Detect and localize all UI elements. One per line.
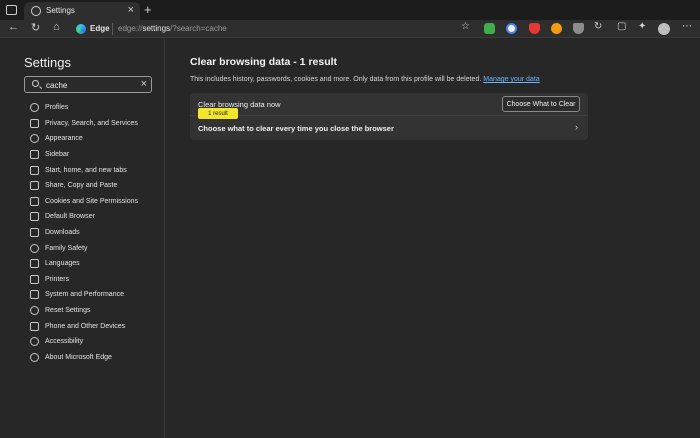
chevron-right-icon: ›	[575, 122, 578, 132]
address-url[interactable]: edge://settings/?search=cache	[118, 24, 227, 33]
download-icon	[30, 228, 39, 238]
sidebar-item-about[interactable]: About Microsoft Edge	[30, 350, 138, 366]
edge-logo-icon	[76, 24, 86, 34]
profile-avatar[interactable]	[658, 23, 670, 35]
sidebar-icon	[30, 150, 39, 160]
clear-search-button[interactable]: ×	[141, 78, 147, 90]
phone-icon	[30, 321, 39, 331]
clear-now-row: Clear browsing data now Choose What to C…	[190, 93, 588, 116]
tab-title: Settings	[46, 6, 75, 15]
sidebar-item-reset[interactable]: Reset Settings	[30, 303, 138, 319]
home-icon	[30, 165, 39, 175]
sidebar-item-share-copy[interactable]: Share, Copy and Paste	[30, 178, 138, 194]
clear-on-close-row[interactable]: Choose what to clear every time you clos…	[190, 117, 588, 140]
sidebar-item-downloads[interactable]: Downloads	[30, 225, 138, 241]
manage-data-link[interactable]: Manage your data	[483, 76, 539, 83]
refresh-extension-icon[interactable]: ↻	[594, 21, 602, 32]
profile-icon	[30, 103, 39, 113]
tab-close-button[interactable]: ×	[128, 4, 134, 16]
extension-green-icon[interactable]	[484, 23, 495, 34]
sidebar-item-appearance[interactable]: Appearance	[30, 131, 138, 147]
back-button[interactable]: ←	[8, 21, 19, 33]
sidebar-item-printers[interactable]: Printers	[30, 272, 138, 288]
cookie-icon	[30, 196, 39, 206]
sidebar-item-start-home[interactable]: Start, home, and new tabs	[30, 162, 138, 178]
sidebar-item-family-safety[interactable]: Family Safety	[30, 240, 138, 256]
new-tab-button[interactable]: +	[144, 2, 152, 17]
address-divider	[112, 23, 113, 35]
system-icon	[30, 290, 39, 300]
sidebar-item-system[interactable]: System and Performance	[30, 287, 138, 303]
sidebar: Settings × Profiles Privacy, Search, and…	[0, 39, 165, 438]
page-title: Clear browsing data - 1 result	[190, 56, 338, 68]
edge-icon	[30, 352, 39, 362]
favorites-add-icon[interactable]: ☆	[461, 21, 470, 32]
language-icon	[30, 259, 39, 269]
section-description: This includes history, passwords, cookie…	[190, 76, 540, 83]
extension-orange-icon[interactable]	[551, 23, 562, 34]
sidebar-item-profiles[interactable]: Profiles	[30, 100, 138, 116]
reset-icon	[30, 306, 39, 316]
clear-browsing-card: Clear browsing data now Choose What to C…	[190, 93, 588, 140]
extension-shield-icon[interactable]	[573, 23, 584, 34]
choose-what-to-clear-button[interactable]: Choose What to Clear	[502, 96, 580, 112]
collections-icon[interactable]: ✦	[638, 21, 646, 32]
sidebar-item-languages[interactable]: Languages	[30, 256, 138, 272]
address-brand: Edge	[90, 24, 110, 33]
search-icon	[32, 80, 39, 87]
home-button[interactable]: ⌂	[53, 21, 60, 33]
settings-search[interactable]: ×	[24, 76, 152, 93]
sidebar-item-phone[interactable]: Phone and Other Devices	[30, 318, 138, 334]
settings-gear-icon	[31, 6, 41, 16]
family-icon	[30, 243, 39, 253]
sidebar-item-cookies[interactable]: Cookies and Site Permissions	[30, 194, 138, 210]
browser-icon	[30, 212, 39, 222]
address-bar[interactable]: Edge edge://settings/?search=cache	[74, 21, 474, 37]
tab-settings[interactable]: Settings ×	[24, 2, 140, 20]
settings-menu: Profiles Privacy, Search, and Services A…	[30, 100, 138, 365]
extension-red-icon[interactable]	[529, 23, 540, 34]
sidebar-item-privacy[interactable]: Privacy, Search, and Services	[30, 116, 138, 132]
main-content: Clear browsing data - 1 result This incl…	[166, 39, 700, 438]
sidebar-item-sidebar[interactable]: Sidebar	[30, 147, 138, 163]
search-input[interactable]	[46, 79, 136, 91]
lock-icon	[30, 118, 39, 128]
refresh-button[interactable]: ↻	[31, 21, 40, 34]
sidebar-item-accessibility[interactable]: Accessibility	[30, 334, 138, 350]
toolbar: ← ↻ ⌂ Edge edge://settings/?search=cache…	[0, 20, 700, 38]
printer-icon	[30, 274, 39, 284]
clear-on-close-label: Choose what to clear every time you clos…	[198, 124, 394, 133]
palette-icon	[30, 134, 39, 144]
split-screen-icon[interactable]: ▢	[617, 21, 626, 32]
sidebar-title: Settings	[24, 55, 71, 70]
tab-actions-icon[interactable]	[6, 5, 17, 15]
accessibility-icon	[30, 337, 39, 347]
more-menu-icon[interactable]: ⋯	[682, 21, 692, 32]
extension-google-icon[interactable]	[506, 23, 517, 34]
share-icon	[30, 181, 39, 191]
sidebar-item-default-browser[interactable]: Default Browser	[30, 209, 138, 225]
tab-strip: Settings × +	[0, 0, 700, 20]
